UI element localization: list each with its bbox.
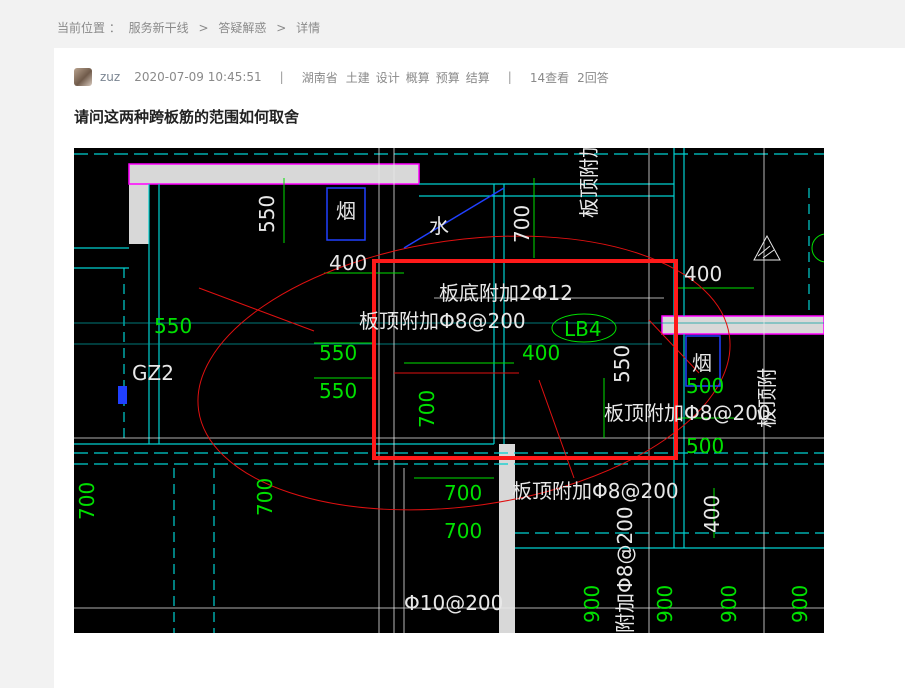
diagonal-line bbox=[403, 187, 505, 249]
region-tag: 湖南省 bbox=[301, 70, 338, 85]
avatar[interactable] bbox=[74, 68, 92, 86]
question-title: 请问这两种跨板筋的范围如何取舍 bbox=[74, 108, 300, 126]
dim-label: 500 bbox=[686, 434, 724, 458]
dim-label: 700 bbox=[444, 481, 482, 505]
dim-label: 550 bbox=[154, 314, 192, 338]
breadcrumb-separator: > bbox=[276, 21, 287, 35]
rebar-label: Φ10@200 bbox=[404, 591, 503, 615]
breadcrumb-item-qa[interactable]: 答疑解惑 bbox=[218, 21, 266, 35]
dim-label: 900 bbox=[788, 585, 812, 623]
breadcrumb-item-detail: 详情 bbox=[296, 21, 321, 35]
breadcrumb: 当前位置 ： 服务新干线 > 答疑解惑 > 详情 bbox=[57, 19, 320, 36]
gz2-label: GZ2 bbox=[132, 361, 174, 385]
pointer-line bbox=[538, 379, 575, 479]
rebar-label: 板顶附加Φ8@200 bbox=[359, 309, 526, 333]
triangle-hatch bbox=[762, 249, 775, 259]
answer-count: 2回答 bbox=[577, 70, 609, 85]
water-label: 水 bbox=[429, 214, 449, 238]
dim-label: 900 bbox=[717, 585, 741, 623]
dim-label: 400 bbox=[684, 262, 722, 286]
dim-label: 500 bbox=[686, 374, 724, 398]
blue-marker bbox=[118, 386, 127, 404]
cad-drawing-image[interactable]: 550 烟 水 700 400 板底附加2Φ12 板顶附加Φ8@200 LB4 … bbox=[74, 148, 824, 633]
dim-label: 700 bbox=[444, 519, 482, 543]
rebar-label: 板底附加2Φ12 bbox=[439, 281, 573, 305]
lb4-label: LB4 bbox=[564, 317, 602, 341]
smoke-label: 烟 bbox=[336, 199, 356, 223]
dim-label: 400 bbox=[522, 341, 560, 365]
dim-label: 550 bbox=[319, 379, 357, 403]
dim-label: 550 bbox=[319, 341, 357, 365]
breadcrumb-label: 当前位置 ： bbox=[57, 21, 121, 35]
tag-item[interactable]: 预算 bbox=[436, 69, 460, 86]
dim-label: 400 bbox=[700, 495, 724, 533]
post-datetime: 2020-07-09 10:45:51 bbox=[134, 70, 262, 84]
tag-item[interactable]: 概算 bbox=[406, 69, 430, 86]
meta-divider: | bbox=[279, 70, 284, 84]
breadcrumb-item-service[interactable]: 服务新干线 bbox=[129, 21, 189, 35]
rebar-label: 板顶附加Φ8@200 bbox=[512, 479, 679, 503]
dim-label: 550 bbox=[255, 195, 279, 233]
dim-label: 700 bbox=[75, 482, 99, 520]
breadcrumb-separator: > bbox=[198, 21, 209, 35]
post-meta: zuz 2020-07-09 10:45:51 | 湖南省 土建 设计 概算 预… bbox=[74, 68, 617, 86]
dim-label: 700 bbox=[415, 390, 439, 428]
dim-label: 900 bbox=[653, 585, 677, 623]
meta-divider: | bbox=[507, 70, 512, 84]
rebar-label: 附加Φ8@200 bbox=[613, 506, 637, 633]
dim-label: 550 bbox=[610, 345, 634, 383]
wall bbox=[129, 164, 419, 184]
rebar-label: 板顶附加Φ8 bbox=[577, 148, 601, 218]
pointer-line bbox=[198, 287, 315, 332]
question-card: zuz 2020-07-09 10:45:51 | 湖南省 土建 设计 概算 预… bbox=[54, 48, 905, 688]
dim-label: 900 bbox=[580, 585, 604, 623]
tag-item[interactable]: 结算 bbox=[466, 69, 490, 86]
dim-label: 700 bbox=[510, 205, 534, 243]
wall bbox=[662, 316, 824, 334]
tag-item[interactable]: 设计 bbox=[376, 69, 400, 86]
dim-label: 400 bbox=[329, 251, 367, 275]
username[interactable]: zuz bbox=[100, 70, 120, 84]
label-ellipse bbox=[811, 233, 824, 263]
smoke-label: 烟 bbox=[692, 351, 712, 375]
tag-item[interactable]: 土建 bbox=[346, 69, 370, 86]
side-label: 板顶附 bbox=[755, 368, 779, 428]
view-count: 14查看 bbox=[529, 70, 570, 85]
dim-label: 700 bbox=[253, 478, 277, 516]
rebar-label: 板顶附加Φ8@200 bbox=[604, 401, 771, 425]
wall bbox=[129, 164, 149, 244]
